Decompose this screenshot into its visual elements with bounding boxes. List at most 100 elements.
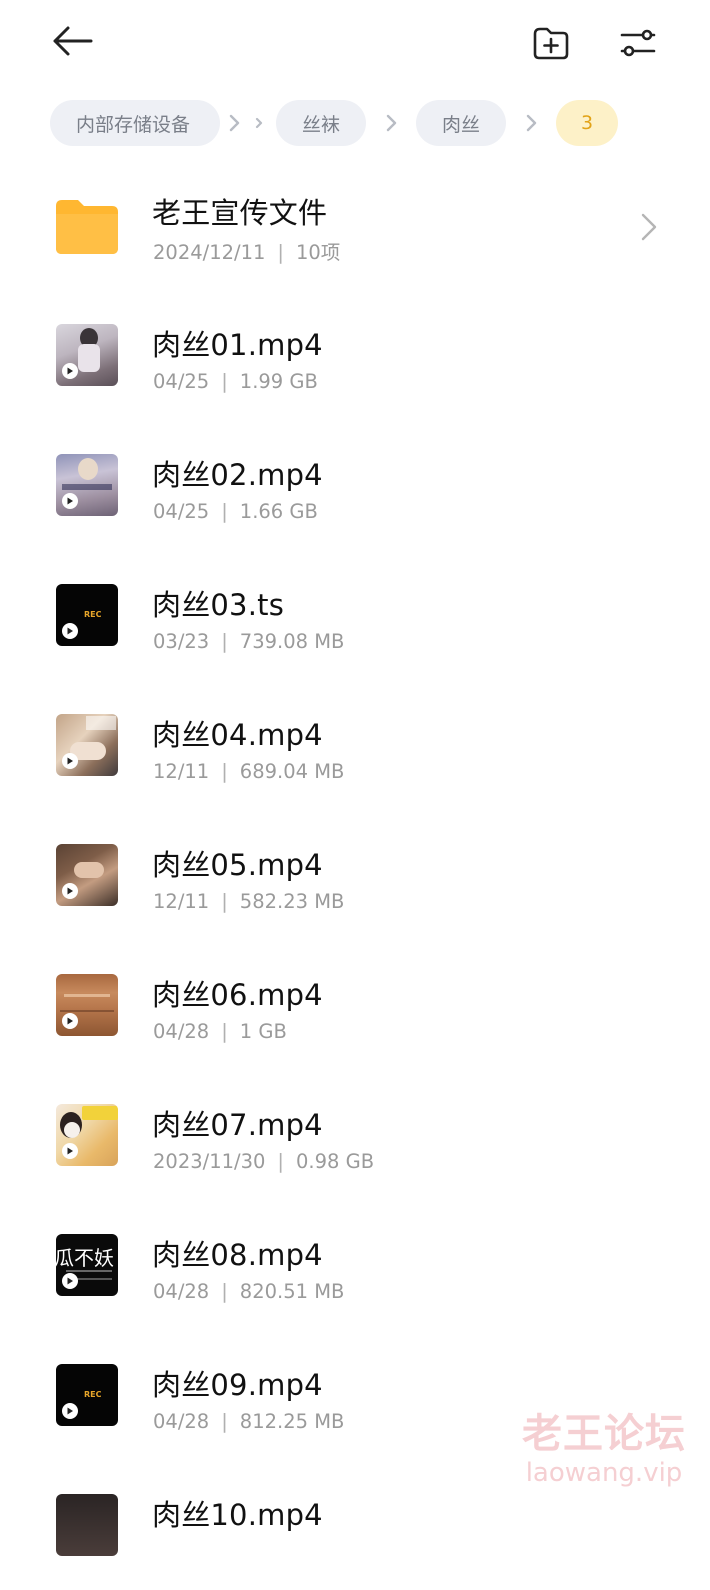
file-name: 肉丝06.mp4 — [152, 978, 323, 1012]
file-name: 肉丝01.mp4 — [152, 328, 323, 362]
file-size: 689.04 MB — [239, 760, 345, 783]
file-meta: 2023/11/30 | 0.98 GB — [153, 1150, 374, 1173]
meta-divider: | — [221, 1020, 228, 1043]
meta-divider: | — [221, 760, 228, 783]
file-meta: 04/28 | 812.25 MB — [153, 1410, 344, 1433]
file-date: 04/25 — [153, 370, 210, 393]
meta-divider: | — [221, 1280, 228, 1303]
video-thumbnail: REC — [56, 1364, 118, 1426]
play-icon — [62, 623, 78, 639]
video-thumbnail — [56, 454, 118, 516]
list-item[interactable]: 肉丝02.mp4 04/25 | 1.66 GB — [0, 420, 710, 550]
file-name: 肉丝05.mp4 — [152, 848, 323, 882]
list-item[interactable]: 瓜不妖 肉丝08.mp4 04/28 | 820.51 MB — [0, 1200, 710, 1330]
folder-count: 10项 — [295, 241, 341, 264]
play-icon — [62, 1143, 78, 1159]
file-name: 肉丝02.mp4 — [152, 458, 323, 492]
file-size: 812.25 MB — [239, 1410, 345, 1433]
breadcrumb-separator — [506, 113, 556, 133]
thumbnail-rec-label: REC — [84, 610, 102, 619]
list-item[interactable]: REC 肉丝03.ts 03/23 | 739.08 MB — [0, 550, 710, 680]
play-icon — [62, 1273, 78, 1289]
file-size: 1.66 GB — [239, 500, 318, 523]
video-thumbnail — [56, 844, 118, 906]
folder-plus-icon — [533, 27, 569, 60]
new-folder-button[interactable] — [525, 18, 577, 68]
play-icon — [62, 1403, 78, 1419]
file-meta: 04/25 | 1.99 GB — [153, 370, 318, 393]
file-meta: 03/23 | 739.08 MB — [153, 630, 344, 653]
breadcrumb-item-internal-storage[interactable]: 内部存储设备 — [50, 100, 220, 146]
file-date: 12/11 — [153, 760, 210, 783]
watermark-url: laowang.vip — [525, 1458, 683, 1488]
sliders-icon — [620, 29, 656, 57]
breadcrumb-separator — [366, 113, 416, 133]
file-name: 肉丝08.mp4 — [152, 1238, 323, 1272]
back-button[interactable] — [46, 18, 98, 64]
file-date: 2023/11/30 — [153, 1150, 266, 1173]
arrow-left-icon — [53, 26, 93, 56]
chevron-right-icon — [229, 114, 263, 132]
play-icon — [62, 363, 78, 379]
video-thumbnail — [56, 714, 118, 776]
file-meta: 12/11 | 582.23 MB — [153, 890, 344, 913]
meta-divider: | — [221, 890, 228, 913]
meta-divider: | — [221, 630, 228, 653]
chevron-right-icon — [638, 212, 660, 246]
file-list: 老王宣传文件 2024/12/11 | 10项 肉丝01.mp4 04/25 | 1.9… — [0, 170, 710, 1590]
breadcrumb-item-stockings[interactable]: 丝袜 — [276, 100, 366, 146]
play-icon — [62, 1013, 78, 1029]
folder-date: 2024/12/11 — [153, 241, 266, 264]
meta-divider: | — [221, 370, 228, 393]
file-date: 04/25 — [153, 500, 210, 523]
file-meta: 04/28 | 820.51 MB — [153, 1280, 344, 1303]
file-date: 03/23 — [153, 630, 210, 653]
breadcrumb: 内部存储设备 丝袜 肉丝 3 — [50, 100, 618, 146]
thumbnail-rec-label: REC — [84, 1390, 102, 1399]
file-date: 04/28 — [153, 1410, 210, 1433]
thumbnail-caption: 瓜不妖 — [56, 1246, 114, 1270]
play-icon — [62, 883, 78, 899]
file-meta: 12/11 | 689.04 MB — [153, 760, 344, 783]
meta-divider: | — [221, 1410, 228, 1433]
meta-divider: | — [277, 1150, 284, 1173]
video-thumbnail — [56, 974, 118, 1036]
list-item[interactable]: 肉丝07.mp4 2023/11/30 | 0.98 GB — [0, 1070, 710, 1200]
meta-divider: | — [277, 241, 284, 264]
breadcrumb-separator — [220, 113, 276, 133]
file-date: 12/11 — [153, 890, 210, 913]
breadcrumb-item-current[interactable]: 3 — [556, 100, 618, 146]
watermark: 老王论坛 laowang.vip — [522, 1410, 686, 1488]
list-item[interactable]: 肉丝01.mp4 04/25 | 1.99 GB — [0, 290, 710, 420]
file-name: 肉丝10.mp4 — [152, 1498, 323, 1532]
file-size: 582.23 MB — [239, 890, 345, 913]
folder-icon — [56, 198, 118, 260]
file-date: 04/28 — [153, 1280, 210, 1303]
watermark-title: 老王论坛 — [522, 1411, 686, 1457]
file-size: 1.99 GB — [239, 370, 318, 393]
file-date: 04/28 — [153, 1020, 210, 1043]
video-thumbnail: REC — [56, 584, 118, 646]
top-bar — [0, 0, 710, 90]
file-size: 739.08 MB — [239, 630, 345, 653]
chevron-right-icon — [386, 114, 397, 132]
file-meta: 04/28 | 1 GB — [153, 1020, 287, 1043]
list-item[interactable]: 肉丝04.mp4 12/11 | 689.04 MB — [0, 680, 710, 810]
file-name: 肉丝09.mp4 — [152, 1368, 323, 1402]
folder-meta: 2024/12/11 | 10项 — [153, 236, 340, 265]
file-size: 0.98 GB — [295, 1150, 375, 1173]
chevron-right-icon — [526, 114, 537, 132]
breadcrumb-item-nude-stockings[interactable]: 肉丝 — [416, 100, 506, 146]
file-name: 肉丝04.mp4 — [152, 718, 323, 752]
list-item[interactable]: 肉丝05.mp4 12/11 | 582.23 MB — [0, 810, 710, 940]
list-item-folder[interactable]: 老王宣传文件 2024/12/11 | 10项 — [0, 170, 710, 290]
play-icon — [62, 753, 78, 769]
meta-divider: | — [221, 500, 228, 523]
file-size: 1 GB — [239, 1020, 287, 1043]
filter-button[interactable] — [612, 18, 664, 68]
video-thumbnail — [56, 324, 118, 386]
video-thumbnail: 瓜不妖 — [56, 1234, 118, 1296]
folder-name: 老王宣传文件 — [152, 196, 328, 230]
list-item[interactable]: 肉丝06.mp4 04/28 | 1 GB — [0, 940, 710, 1070]
play-icon — [62, 493, 78, 509]
